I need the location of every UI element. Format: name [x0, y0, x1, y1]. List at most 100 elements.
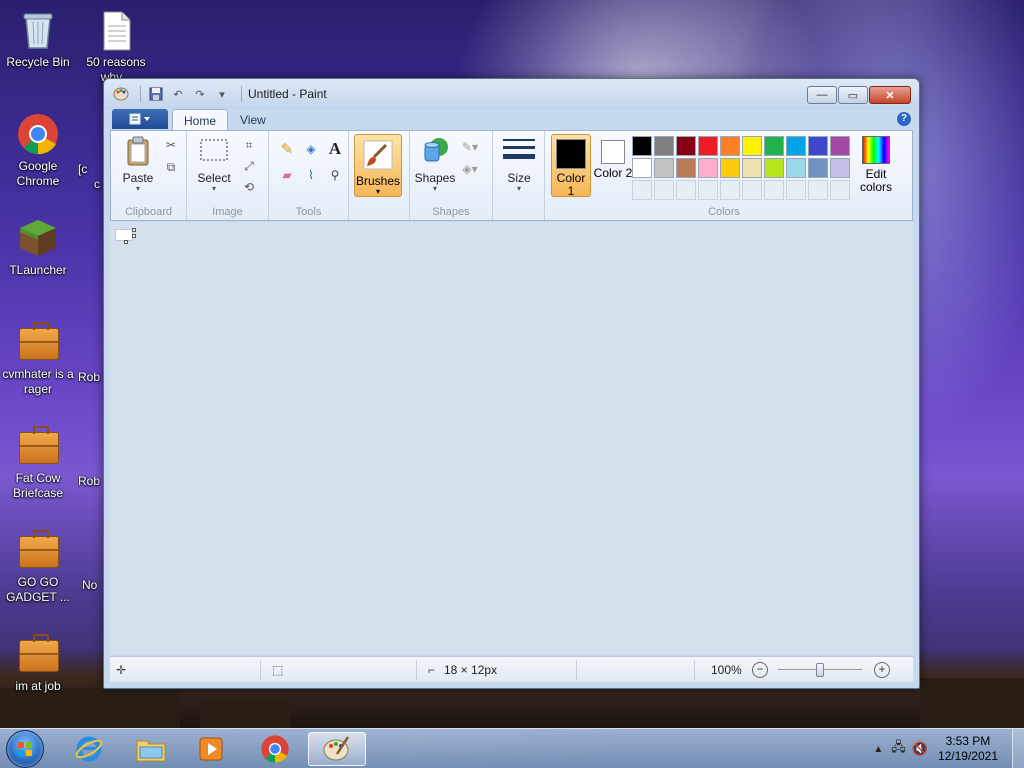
start-button[interactable]	[6, 730, 44, 768]
desktop-icon-tlauncher[interactable]: TLauncher	[0, 216, 76, 278]
title-bar[interactable]: ↶ ↷ ▾ Untitled - Paint — ▭ ✕	[104, 79, 919, 109]
paint-menu-button[interactable]	[112, 109, 168, 129]
palette-swatch[interactable]	[632, 136, 652, 156]
magnifier-icon[interactable]: ⚲	[325, 165, 345, 185]
text-tool-icon[interactable]: A	[325, 139, 345, 159]
crop-icon[interactable]: ⌗	[239, 135, 259, 155]
cut-icon[interactable]: ✂	[161, 135, 181, 155]
redo-icon[interactable]: ↷	[191, 85, 209, 103]
palette-swatch[interactable]	[830, 158, 850, 178]
palette-swatch[interactable]	[764, 158, 784, 178]
desktop-icon-briefcase[interactable]: GO GO GADGET ...	[0, 528, 76, 605]
drawing-canvas[interactable]	[115, 228, 136, 244]
palette-custom-slot[interactable]	[742, 180, 762, 200]
taskbar-internet-explorer[interactable]	[60, 732, 118, 766]
palette-custom-slot[interactable]	[698, 180, 718, 200]
color-picker-icon[interactable]: ⌇	[301, 165, 321, 185]
palette-custom-slot[interactable]	[720, 180, 740, 200]
paste-button[interactable]: Paste ▾	[117, 135, 159, 197]
desktop-icon-briefcase[interactable]: cvmhater is a rager	[0, 320, 76, 397]
palette-swatch[interactable]	[720, 158, 740, 178]
zoom-slider-thumb[interactable]	[816, 663, 824, 677]
desktop-icon-recycle-bin[interactable]: Recycle Bin	[0, 8, 76, 70]
desktop-icon-document[interactable]: 50 reasons why...	[78, 8, 154, 85]
palette-swatch[interactable]	[720, 136, 740, 156]
shapes-button[interactable]: Shapes ▾	[414, 135, 456, 197]
pencil-icon[interactable]: ✎	[277, 139, 297, 159]
palette-swatch[interactable]	[654, 158, 674, 178]
rotate-icon[interactable]: ⟲	[239, 177, 259, 197]
palette-swatch[interactable]	[654, 136, 674, 156]
tab-view[interactable]: View	[229, 109, 277, 131]
desktop-icon-partial[interactable]: Rob	[78, 370, 104, 385]
volume-muted-icon[interactable]: 🔇	[912, 741, 928, 757]
resize-handle[interactable]	[132, 234, 136, 238]
palette-swatch[interactable]	[742, 158, 762, 178]
palette-custom-slot[interactable]	[786, 180, 806, 200]
palette-custom-slot[interactable]	[764, 180, 784, 200]
briefcase-icon	[16, 320, 60, 364]
paint-app-icon[interactable]	[112, 85, 130, 103]
selection-rectangle-icon	[198, 135, 230, 167]
palette-swatch[interactable]	[786, 158, 806, 178]
palette-swatch[interactable]	[698, 136, 718, 156]
show-desktop-button[interactable]	[1012, 729, 1024, 768]
palette-swatch[interactable]	[676, 158, 696, 178]
palette-swatch[interactable]	[764, 136, 784, 156]
desktop-icon-partial[interactable]: [c c	[78, 162, 104, 192]
palette-swatch[interactable]	[830, 136, 850, 156]
palette-swatch[interactable]	[698, 158, 718, 178]
palette-swatch[interactable]	[742, 136, 762, 156]
clock[interactable]: 3:53 PM 12/19/2021	[938, 734, 998, 764]
customize-toolbar-icon[interactable]: ▾	[213, 85, 231, 103]
select-button[interactable]: Select ▾	[193, 135, 235, 197]
eraser-icon[interactable]: ▰	[277, 165, 297, 185]
color2-button[interactable]: Color 2	[593, 134, 633, 197]
taskbar-google-chrome[interactable]	[246, 732, 304, 766]
taskbar-paint[interactable]	[308, 732, 366, 766]
save-icon[interactable]	[147, 85, 165, 103]
resize-icon[interactable]: ⤢	[239, 156, 259, 176]
desktop-icon-briefcase[interactable]: Fat Cow Briefcase	[0, 424, 76, 501]
palette-swatch[interactable]	[808, 136, 828, 156]
palette-custom-slot[interactable]	[676, 180, 696, 200]
desktop-icon-label: Google Chrome	[16, 159, 60, 188]
edit-colors-button[interactable]: Edit colors	[856, 134, 896, 194]
network-icon[interactable]: 🖧	[891, 738, 906, 760]
copy-icon[interactable]: ⧉	[161, 157, 181, 177]
size-button[interactable]: Size ▾	[498, 135, 540, 197]
fill-bucket-icon[interactable]: ◈	[301, 139, 321, 159]
close-button[interactable]: ✕	[869, 86, 911, 104]
color1-button[interactable]: Color 1	[551, 134, 591, 198]
tab-home[interactable]: Home	[172, 109, 229, 131]
desktop-icon-google-chrome[interactable]: Google Chrome	[0, 112, 76, 189]
zoom-in-button[interactable]: +	[874, 662, 890, 678]
help-icon[interactable]: ?	[897, 112, 911, 126]
palette-custom-slot[interactable]	[654, 180, 674, 200]
fill-icon[interactable]: ◈▾	[460, 159, 480, 179]
taskbar-media-player[interactable]	[182, 732, 240, 766]
palette-custom-slot[interactable]	[632, 180, 652, 200]
desktop-icon-partial[interactable]: Rob	[78, 474, 104, 489]
resize-handle[interactable]	[132, 228, 136, 232]
ribbon-tabs: Home View ?	[110, 107, 913, 131]
canvas-area	[110, 222, 913, 655]
maximize-button[interactable]: ▭	[838, 86, 868, 104]
palette-swatch[interactable]	[676, 136, 696, 156]
brush-icon	[362, 139, 394, 171]
minimize-button[interactable]: —	[807, 86, 837, 104]
zoom-out-button[interactable]: −	[752, 662, 768, 678]
desktop-icon-partial[interactable]: No	[82, 578, 104, 593]
palette-custom-slot[interactable]	[830, 180, 850, 200]
taskbar-file-explorer[interactable]	[122, 732, 180, 766]
brushes-button[interactable]: Brushes ▾	[354, 134, 402, 197]
palette-custom-slot[interactable]	[808, 180, 828, 200]
desktop-icon-briefcase[interactable]: im at job	[0, 632, 76, 694]
show-hidden-icons-button[interactable]: ▲	[873, 744, 883, 755]
palette-swatch[interactable]	[808, 158, 828, 178]
outline-icon[interactable]: ✎▾	[460, 137, 480, 157]
resize-handle[interactable]	[124, 240, 128, 244]
palette-swatch[interactable]	[632, 158, 652, 178]
undo-icon[interactable]: ↶	[169, 85, 187, 103]
palette-swatch[interactable]	[786, 136, 806, 156]
